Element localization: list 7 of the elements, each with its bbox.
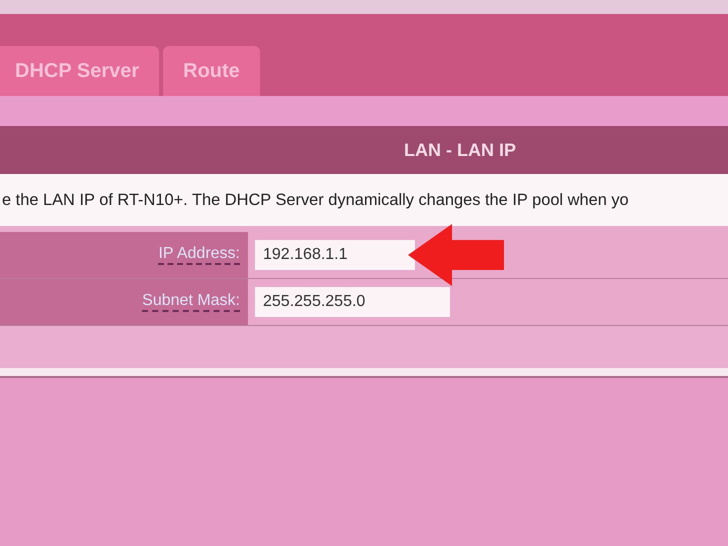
field-label: Subnet Mask: [142,292,240,312]
field-label: IP Address: [158,245,240,265]
input-field[interactable]: 192.168.1.1 [255,240,415,270]
input-field[interactable]: 255.255.255.0 [255,287,450,317]
section-title: LAN - LAN IP [404,140,516,160]
arrow-icon [408,224,504,286]
description-text: e the LAN IP of RT-N10+. The DHCP Server dynamically changes the IP pool when yo [2,190,629,210]
